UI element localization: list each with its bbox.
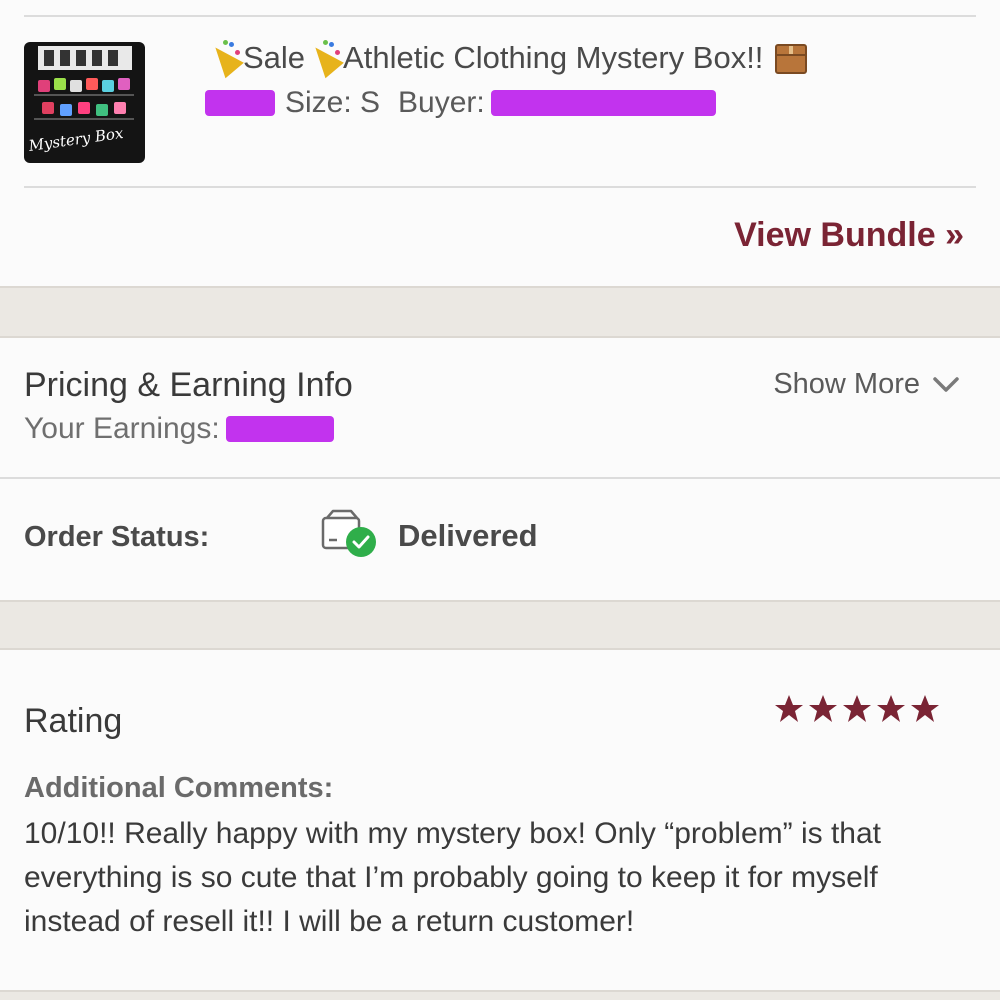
buyer-label: Buyer: — [398, 86, 485, 119]
star-icon — [877, 695, 905, 722]
order-status-value: Delivered — [398, 518, 538, 553]
order-status-label: Order Status: — [24, 521, 210, 553]
size-value: Size: S — [285, 86, 381, 119]
divider — [24, 15, 976, 17]
chevron-down-icon — [933, 376, 959, 392]
redacted-buyer — [490, 90, 716, 116]
redacted-text — [205, 90, 275, 116]
view-bundle-link[interactable]: View Bundle » — [734, 216, 964, 255]
additional-comments-label: Additional Comments: — [24, 772, 334, 804]
star-icon — [843, 695, 871, 722]
delivered-box-check-icon — [321, 509, 376, 557]
earnings-row: Your Earnings: — [24, 412, 334, 446]
thumbnail-caption: Mystery Box — [27, 123, 125, 155]
package-icon — [771, 40, 809, 76]
star-icon — [911, 695, 939, 722]
pricing-title: Pricing & Earning Info — [24, 366, 353, 404]
divider — [0, 477, 1000, 479]
party-popper-icon — [305, 39, 344, 79]
show-more-button[interactable]: Show More — [773, 368, 960, 401]
star-rating — [774, 694, 940, 723]
listing-title-sale: Sale — [243, 40, 306, 75]
section-separator — [0, 600, 1000, 650]
divider — [24, 186, 976, 188]
section-separator — [0, 286, 1000, 338]
earnings-label: Your Earnings: — [24, 412, 220, 445]
party-popper-icon — [205, 39, 244, 79]
listing-title[interactable]: Sale Athletic Clothing Mystery Box!! — [205, 39, 809, 79]
star-icon — [775, 695, 803, 722]
listing-thumbnail[interactable]: Mystery Box — [24, 42, 145, 163]
listing-title-name: Athletic Clothing Mystery Box!! — [343, 40, 764, 75]
section-separator — [0, 990, 1000, 1000]
redacted-earnings — [225, 416, 334, 442]
show-more-label: Show More — [773, 368, 920, 400]
comment-text: 10/10!! Really happy with my mystery box… — [24, 817, 881, 938]
rating-title: Rating — [24, 702, 123, 740]
order-detail-page: Mystery Box Sale Athletic Clothing Myste… — [0, 0, 1000, 1000]
listing-details: Size: S Buyer: — [205, 86, 716, 120]
star-icon — [809, 695, 837, 722]
